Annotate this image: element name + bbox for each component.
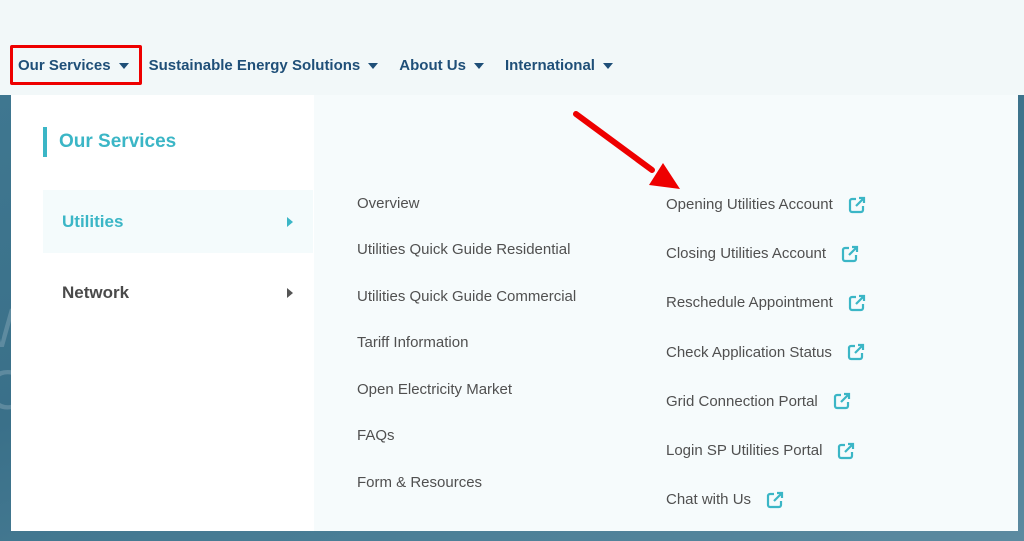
main-nav: Our Services Sustainable Energy Solution… — [0, 42, 634, 88]
link-faqs[interactable]: FAQs — [357, 413, 576, 460]
caret-down-icon — [602, 63, 613, 69]
link-opening-utilities-account[interactable]: Opening Utilities Account — [666, 180, 867, 229]
category-network[interactable]: Network — [43, 261, 313, 324]
external-link-icon — [848, 294, 865, 312]
caret-right-icon — [287, 287, 293, 298]
nav-about-us[interactable]: About Us — [399, 45, 484, 85]
external-link-icon — [766, 491, 784, 508]
link-label: Login SP Utilities Portal — [666, 442, 823, 460]
link-label: Grid Connection Portal — [666, 392, 818, 410]
caret-right-icon — [287, 216, 293, 227]
link-closing-utilities-account[interactable]: Closing Utilities Account — [666, 229, 867, 278]
link-login-sp-utilities-portal[interactable]: Login SP Utilities Portal — [666, 426, 867, 475]
link-check-application-status[interactable]: Check Application Status — [666, 328, 867, 377]
nav-label: Our Services — [18, 56, 111, 74]
nav-label: Sustainable Energy Solutions — [148, 56, 361, 74]
top-navigation-bar: Our Services Sustainable Energy Solution… — [0, 0, 1024, 95]
utilities-links-column: Overview Utilities Quick Guide Residenti… — [357, 180, 576, 506]
link-label: Chat with Us — [666, 491, 752, 509]
external-link-icon — [833, 393, 850, 410]
link-reschedule-appointment[interactable]: Reschedule Appointment — [666, 278, 867, 327]
category-utilities[interactable]: Utilities — [43, 190, 313, 253]
link-label: Closing Utilities Account — [666, 245, 827, 263]
link-form-resources[interactable]: Form & Resources — [357, 459, 576, 506]
external-link-icon — [838, 442, 855, 459]
link-label: Opening Utilities Account — [666, 196, 833, 214]
caret-down-icon — [368, 63, 379, 69]
external-link-icon — [847, 344, 865, 361]
category-label: Network — [62, 282, 130, 302]
link-quick-guide-residential[interactable]: Utilities Quick Guide Residential — [357, 227, 576, 274]
link-label: Check Application Status — [666, 343, 832, 361]
link-quick-guide-commercial[interactable]: Utilities Quick Guide Commercial — [357, 273, 576, 320]
category-label: Utilities — [62, 211, 124, 231]
nav-sustainable-energy-solutions[interactable]: Sustainable Energy Solutions — [149, 45, 379, 85]
external-link-icon — [841, 245, 859, 262]
caret-down-icon — [118, 63, 129, 69]
link-tariff-information[interactable]: Tariff Information — [357, 320, 576, 367]
link-chat-with-us[interactable]: Chat with Us — [666, 475, 867, 524]
caret-down-icon — [473, 63, 484, 69]
link-grid-connection-portal[interactable]: Grid Connection Portal — [666, 377, 867, 426]
nav-international[interactable]: International — [505, 45, 613, 85]
external-link-icon — [848, 196, 865, 213]
nav-label: About Us — [399, 56, 466, 74]
nav-our-services[interactable]: Our Services — [10, 45, 142, 85]
nav-label: International — [504, 56, 595, 74]
menu-section-title: Our Services — [43, 127, 176, 157]
utilities-external-links-column: Opening Utilities Account Closing Utilit… — [666, 180, 867, 524]
link-overview[interactable]: Overview — [357, 180, 576, 227]
link-open-electricity-market[interactable]: Open Electricity Market — [357, 366, 576, 413]
link-label: Reschedule Appointment — [666, 294, 833, 312]
